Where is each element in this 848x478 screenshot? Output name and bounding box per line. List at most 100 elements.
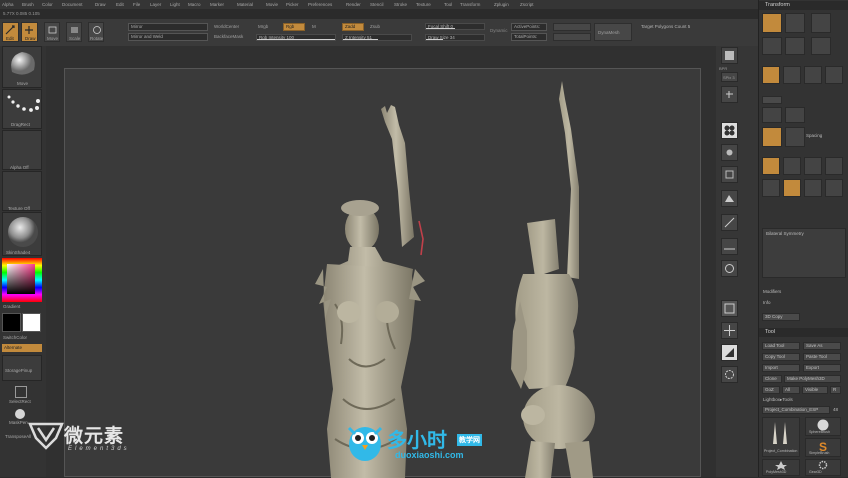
tray-button-c[interactable] (762, 127, 782, 147)
tray-button-a[interactable] (762, 107, 782, 123)
tool-thumb-project[interactable]: Project_Combination (762, 417, 800, 457)
make-polymesh-button[interactable]: Make PolyMesh3D (784, 375, 841, 383)
menu-item[interactable]: File (133, 2, 140, 7)
bpr-button[interactable] (721, 47, 738, 64)
tray-button-b[interactable] (785, 107, 805, 123)
transform-rotate-button[interactable] (785, 37, 805, 55)
scale-button[interactable]: Scale (66, 22, 82, 42)
load-tool-button[interactable]: Load Tool (762, 342, 800, 350)
tray-button-j[interactable] (783, 179, 801, 197)
tool-thumb-polymesh[interactable]: PolyMesh3D (762, 459, 800, 476)
menu-item[interactable]: Stroke (394, 2, 407, 7)
dynamic-button[interactable] (721, 190, 738, 207)
stroke-selector[interactable]: DragRect (2, 89, 42, 129)
menu-item[interactable]: Texture (416, 2, 431, 7)
transform-move-button[interactable] (811, 13, 831, 33)
target-polygons-slider[interactable]: Target Polygons Count 5 (638, 23, 718, 30)
alpha-selector[interactable]: Alpha Off (2, 130, 42, 170)
zadd-toggle[interactable]: Zadd (342, 23, 364, 31)
material-selector[interactable]: SkinShade4 (2, 212, 42, 256)
menu-item[interactable]: Document (62, 2, 83, 7)
tray-button-e[interactable] (762, 157, 780, 175)
tray-tool-4[interactable] (825, 66, 843, 84)
tool-thumb-sphere[interactable]: SphereBrush (805, 417, 841, 436)
tool-thumb-gear[interactable]: Gear3D (805, 459, 841, 476)
menu-item[interactable]: Alpha (2, 2, 14, 7)
menu-item[interactable]: Material (237, 2, 253, 7)
mirror-field[interactable]: Mirror (128, 23, 208, 31)
goz-button[interactable]: GoZ (762, 386, 780, 394)
secondary-color-swatch[interactable] (22, 313, 41, 332)
r-button[interactable]: R (830, 386, 841, 394)
focal-shift-slider[interactable]: Focal Shift 0 (425, 23, 485, 30)
aahalf-button[interactable] (721, 166, 738, 183)
spix-slider[interactable]: SPix 3 (721, 72, 738, 82)
move-view-button[interactable] (721, 322, 738, 339)
bilateral-symmetry-panel[interactable]: Bilateral Symmetry (762, 228, 846, 278)
tray-tool-3[interactable] (804, 66, 822, 84)
transform-draw-button[interactable] (785, 13, 805, 33)
document-selector[interactable]: StoragePinup (2, 355, 42, 381)
main-color-swatch[interactable] (2, 313, 21, 332)
paste-tool-button[interactable]: Paste Tool (803, 353, 841, 361)
move-button[interactable]: Move (44, 22, 60, 42)
tray-mode-toggle[interactable] (762, 96, 782, 104)
persp-button[interactable] (721, 214, 738, 231)
blank-button-2[interactable] (553, 33, 591, 41)
rotate-view-button[interactable] (721, 366, 738, 383)
menu-item[interactable]: Edit (116, 2, 124, 7)
menu-item[interactable]: Zplugin (494, 2, 509, 7)
mrgb-toggle[interactable]: Mrgb (258, 24, 268, 29)
menu-item[interactable]: Macro (188, 2, 201, 7)
menu-item[interactable]: Color (42, 2, 53, 7)
maskpen-icon[interactable] (15, 409, 25, 419)
transform-header[interactable]: Transform (759, 1, 848, 10)
transform-camera-button[interactable] (811, 37, 831, 55)
zsub-toggle[interactable]: Zsub (370, 24, 380, 29)
scale-view-button[interactable] (721, 344, 738, 361)
rotate-button[interactable]: Rotate (88, 22, 104, 42)
rgb-toggle[interactable]: Rgb (283, 23, 305, 31)
local-button[interactable] (721, 260, 738, 277)
menu-item[interactable]: Transform (460, 2, 480, 7)
m-toggle[interactable]: M (312, 24, 316, 29)
menu-item[interactable]: Preferences (308, 2, 332, 7)
tray-button-f[interactable] (783, 157, 801, 175)
frame-button[interactable] (721, 300, 738, 317)
scroll-button[interactable] (721, 86, 738, 103)
export-button[interactable]: Export (803, 364, 841, 372)
save-as-button[interactable]: Save As (803, 342, 841, 350)
menu-item[interactable]: Layer (150, 2, 161, 7)
mirror-weld-field[interactable]: Mirror and Weld (128, 33, 208, 41)
texture-selector[interactable]: Texture Off (2, 171, 42, 211)
rgb-intensity-slider[interactable]: Rgb Intensity 100 (256, 34, 336, 41)
menu-item[interactable]: Draw (95, 2, 106, 7)
color-picker[interactable] (2, 258, 42, 302)
draw-button[interactable]: Draw (21, 22, 38, 42)
world-center-toggle[interactable]: WorldCenter (214, 24, 239, 29)
alternate-toggle[interactable]: Alternate (2, 344, 42, 352)
backface-mask-toggle[interactable]: BackfaceMask (214, 34, 243, 39)
actual-button[interactable] (721, 144, 738, 161)
z-intensity-slider[interactable]: Z Intensity 51 (342, 34, 412, 41)
menu-item[interactable]: Render (346, 2, 361, 7)
clone-button[interactable]: Clone (762, 375, 782, 383)
draw-size-slider[interactable]: Draw Size 34 (425, 34, 485, 41)
menu-item[interactable]: Tool (444, 2, 452, 7)
zoom-button[interactable] (721, 122, 738, 139)
tray-button-h[interactable] (825, 157, 843, 175)
all-button[interactable]: All (782, 386, 800, 394)
3d-copy-field[interactable]: 3D Copy (762, 313, 800, 321)
menu-item[interactable]: Zscript (520, 2, 534, 7)
tray-button-g[interactable] (804, 157, 822, 175)
menu-item[interactable]: Light (170, 2, 180, 7)
brush-selector[interactable]: Move (2, 46, 42, 88)
dynamesh-button[interactable]: DynaMesh (594, 23, 632, 41)
tool-header[interactable]: Tool (759, 328, 848, 337)
menu-item[interactable]: Brush (22, 2, 34, 7)
tray-button-d[interactable] (785, 127, 805, 147)
transform-scale-button[interactable] (762, 37, 782, 55)
switch-color-button[interactable]: SwitchColor (3, 335, 27, 340)
tray-button-i[interactable] (762, 179, 780, 197)
transform-edit-button[interactable] (762, 13, 782, 33)
